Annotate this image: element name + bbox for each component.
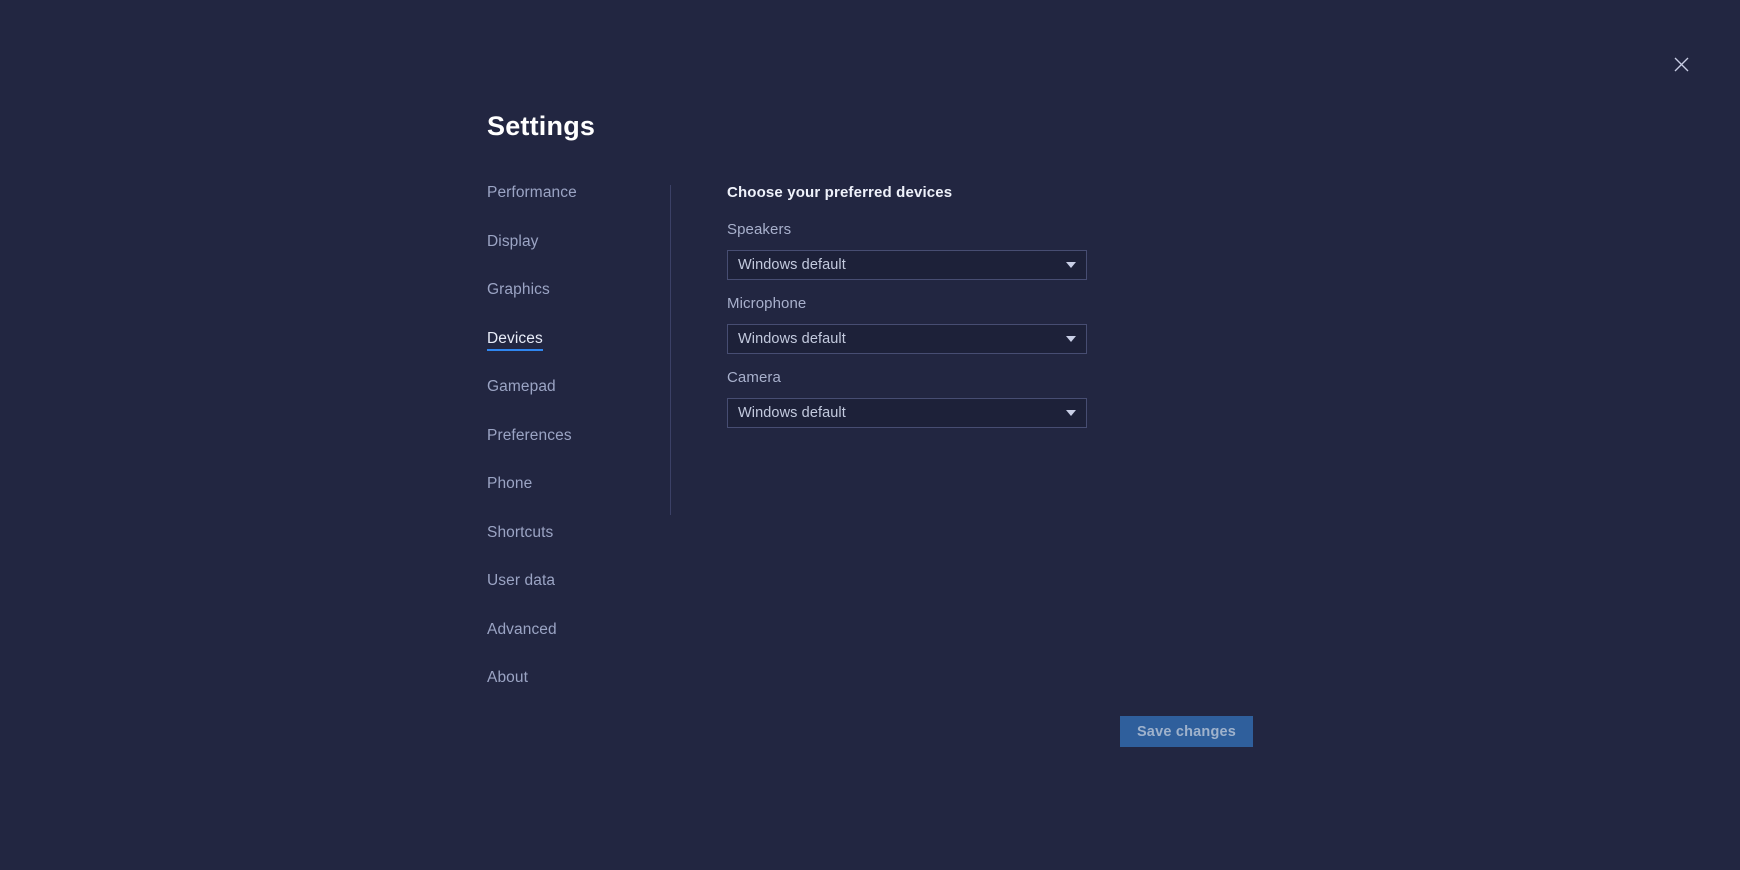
label-speakers: Speakers [727, 221, 792, 239]
sidebar-item-phone[interactable]: Phone [487, 476, 532, 497]
label-camera: Camera [727, 369, 781, 387]
sidebar-item-about[interactable]: About [487, 670, 528, 691]
select-speakers[interactable]: Windows default [727, 250, 1087, 281]
sidebar-item-display[interactable]: Display [487, 234, 539, 255]
select-wrapper-speakers: Windows default [727, 250, 1087, 281]
sidebar-item-preferences[interactable]: Preferences [487, 428, 572, 449]
sidebar-item-shortcuts[interactable]: Shortcuts [487, 525, 553, 546]
select-wrapper-camera: Windows default [727, 398, 1087, 429]
content-heading: Choose your preferred devices [727, 184, 953, 202]
page-title: Settings [487, 111, 596, 141]
label-microphone: Microphone [727, 295, 807, 313]
sidebar-item-devices[interactable]: Devices [487, 331, 543, 352]
sidebar-item-performance[interactable]: Performance [487, 185, 577, 206]
field-group-speakers: Speakers Windows default [727, 221, 1587, 281]
settings-dialog: Settings Performance Display Graphics Devic… [487, 110, 1587, 691]
field-group-camera: Camera Windows default [727, 369, 1587, 429]
field-group-microphone: Microphone Windows default [727, 295, 1587, 355]
sidebar-item-graphics[interactable]: Graphics [487, 282, 550, 303]
save-changes-button[interactable]: Save changes [1120, 716, 1253, 747]
sidebar-item-advanced[interactable]: Advanced [487, 622, 557, 643]
sidebar-item-user-data[interactable]: User data [487, 573, 555, 594]
close-icon [1674, 57, 1688, 71]
select-camera[interactable]: Windows default [727, 398, 1087, 429]
select-microphone[interactable]: Windows default [727, 324, 1087, 355]
device-fields: Speakers Windows default Microphone Windows… [727, 221, 1587, 429]
settings-body: Performance Display Graphics Devices Gamepad… [487, 182, 1587, 691]
select-wrapper-microphone: Windows default [727, 324, 1087, 355]
settings-sidebar: Performance Display Graphics Devices Gamepad… [487, 182, 670, 691]
close-window-button[interactable] [1664, 47, 1698, 81]
settings-content-panel: Choose your preferred devices Speakers Wi… [671, 182, 1587, 429]
sidebar-item-gamepad[interactable]: Gamepad [487, 379, 556, 400]
